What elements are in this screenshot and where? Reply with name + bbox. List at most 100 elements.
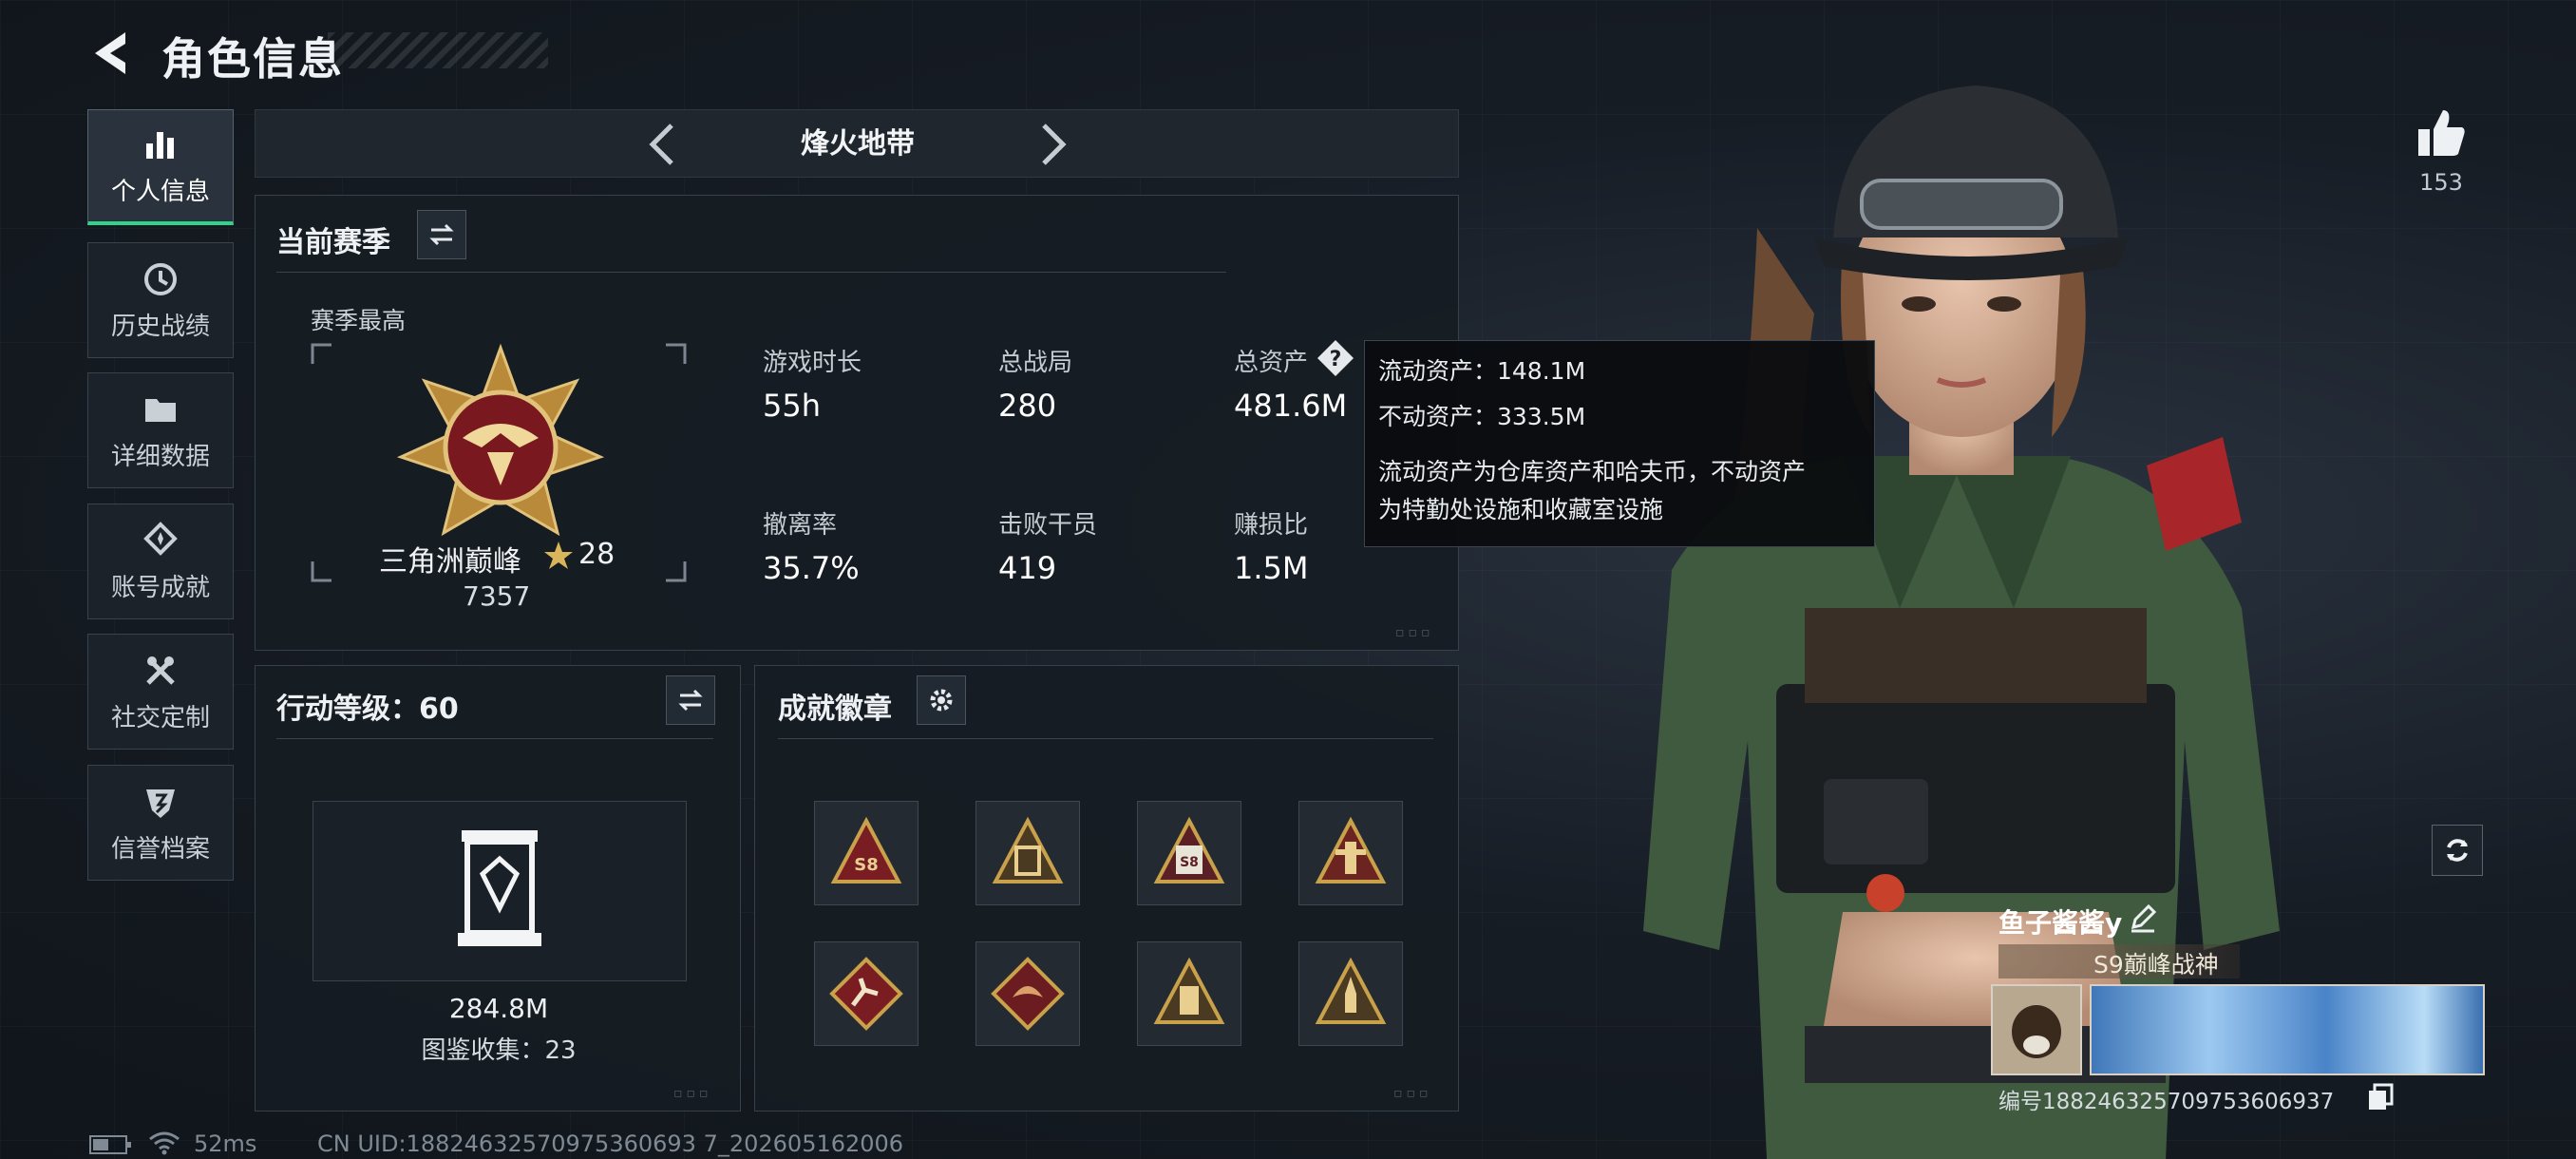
panel-corner-decoration: ▫▫▫ [673, 1086, 712, 1101]
stat-label: 赚损比 [1234, 511, 1309, 540]
credit-shield-icon [146, 788, 175, 818]
svg-text:S8: S8 [1180, 855, 1199, 870]
sidebar-item-label: 详细数据 [110, 442, 210, 471]
badge-rocket-icon [1315, 957, 1387, 1024]
title-decoration [328, 32, 548, 68]
page-title: 角色信息 [161, 33, 344, 85]
action-level-panel: 行动等级：60 284.8M 图鉴收集：23 ▫▫▫ [255, 665, 741, 1112]
uid-text: CN UID:18824632570975360693 7_2026051620… [317, 1130, 904, 1157]
back-arrow-icon [95, 32, 125, 74]
collection-value: 284.8M [448, 993, 549, 1024]
like-button[interactable] [2413, 104, 2470, 162]
avatar[interactable] [1991, 984, 2082, 1075]
achievement-badge[interactable] [975, 801, 1080, 905]
panel-corner-decoration: ▫▫▫ [1393, 1086, 1432, 1101]
rank-name: 三角洲巅峰 [379, 545, 521, 579]
thumbs-up-icon [2418, 110, 2465, 156]
achievement-badge[interactable]: S8 [814, 801, 919, 905]
stat-label: 总资产 [1234, 349, 1309, 377]
asset-tooltip: 流动资产：148.1M 不动资产：333.5M 流动资产为仓库资产和哈夫币，不动… [1364, 340, 1875, 547]
swap-icon [678, 689, 703, 712]
ping-indicator: 52ms [194, 1130, 257, 1157]
player-title: S9巅峰战神 [2093, 951, 2219, 978]
svg-text:S8: S8 [854, 855, 879, 875]
badge-dragon-icon [991, 957, 1065, 1031]
action-level-switch-button[interactable] [666, 675, 715, 725]
back-button[interactable] [85, 27, 142, 80]
stat-label: 游戏时长 [763, 349, 862, 377]
rank-stars: 28 [578, 538, 616, 571]
achievement-badge[interactable] [1298, 941, 1403, 1046]
achievement-badge[interactable] [1298, 801, 1403, 905]
stat-value: 35.7% [763, 550, 860, 586]
sidebar-item-personal-info[interactable]: 个人信息 [87, 109, 234, 225]
badge-tower-icon [1315, 816, 1387, 884]
copy-icon [2369, 1083, 2394, 1110]
edit-name-button[interactable] [2128, 902, 2158, 933]
badge-barrier-icon [992, 816, 1064, 884]
badge-runner-icon [829, 957, 903, 1031]
wifi-icon [149, 1131, 180, 1155]
refresh-icon [2447, 839, 2468, 862]
like-count: 153 [2419, 169, 2463, 196]
sidebar-item-label: 个人信息 [110, 178, 210, 206]
sidebar-item-label: 历史战绩 [110, 312, 210, 341]
dog-avatar-icon [1993, 986, 2080, 1074]
player-id: 编号1882463257097536069​37 [1998, 1090, 2335, 1114]
battery-icon [89, 1135, 131, 1154]
section-divider [778, 738, 1433, 739]
sidebar-item-label: 账号成就 [110, 573, 210, 602]
chevron-right-icon [1042, 124, 1067, 165]
sidebar-item-label: 信誉档案 [110, 834, 210, 864]
mode-title: 烽火地带 [801, 127, 915, 161]
badge-robot-icon [1153, 957, 1225, 1024]
badge-s8-icon: S8 [830, 816, 902, 884]
tooltip-description-line: 流动资产为仓库资产和哈夫币，不动资产 [1378, 458, 1807, 485]
player-title-banner: S9巅峰战神 [1998, 944, 2240, 978]
next-mode-button[interactable] [1023, 120, 1076, 169]
section-divider [276, 272, 1226, 273]
display-case-icon [458, 830, 541, 946]
player-name: 鱼子酱酱y [1998, 907, 2123, 939]
section-divider [276, 738, 713, 739]
season-switch-button[interactable] [417, 210, 466, 259]
gear-icon [930, 689, 953, 712]
stat-label: 击败干员 [998, 511, 1098, 540]
tooltip-liquid-assets: 流动资产：148.1M [1378, 357, 1586, 385]
achievement-icon [143, 521, 178, 556]
badge-s8-box-icon: S8 [1153, 816, 1225, 884]
tooltip-fixed-assets: 不动资产：333.5M [1378, 403, 1586, 430]
achievements-title: 成就徽章 [778, 693, 892, 726]
prev-mode-button[interactable] [639, 120, 692, 169]
copy-id-button[interactable] [2367, 1083, 2394, 1112]
svg-text:?: ? [1330, 348, 1342, 371]
sidebar-item-label: 社交定制 [110, 703, 210, 732]
achievement-badge[interactable] [1137, 941, 1241, 1046]
folder-icon [145, 398, 176, 422]
rotate-model-button[interactable] [2432, 825, 2483, 876]
stat-value: 481.6M [1234, 388, 1348, 424]
sidebar-item-history[interactable]: 历史战绩 [87, 242, 234, 358]
sidebar-item-social[interactable]: 社交定制 [87, 634, 234, 750]
help-icon: ? [1317, 340, 1354, 376]
stat-value: 1.5M [1234, 550, 1309, 586]
stat-label: 撤离率 [763, 511, 838, 540]
stat-value: 419 [998, 550, 1057, 586]
sidebar-item-credit[interactable]: 信誉档案 [87, 765, 234, 881]
achievement-badge[interactable] [814, 941, 919, 1046]
sidebar-item-achievements[interactable]: 账号成就 [87, 504, 234, 619]
collection-frame [313, 801, 687, 981]
collection-count: 图鉴收集：23 [421, 1036, 577, 1065]
achievement-badge[interactable] [975, 941, 1080, 1046]
asset-help-button[interactable]: ? [1316, 338, 1355, 378]
name-card-banner[interactable] [2090, 984, 2485, 1075]
bar-chart-icon [146, 132, 174, 159]
achievements-settings-button[interactable] [917, 675, 966, 725]
sidebar-item-details[interactable]: 详细数据 [87, 372, 234, 488]
season-best-label: 赛季最高 [311, 307, 407, 334]
achievement-badge[interactable]: S8 [1137, 801, 1241, 905]
chevron-left-icon [649, 124, 673, 165]
tooltip-description-line: 为特勤处设施和收藏室设施 [1378, 496, 1664, 523]
rank-score: 7357 [463, 580, 531, 612]
pencil-icon [2131, 903, 2157, 933]
